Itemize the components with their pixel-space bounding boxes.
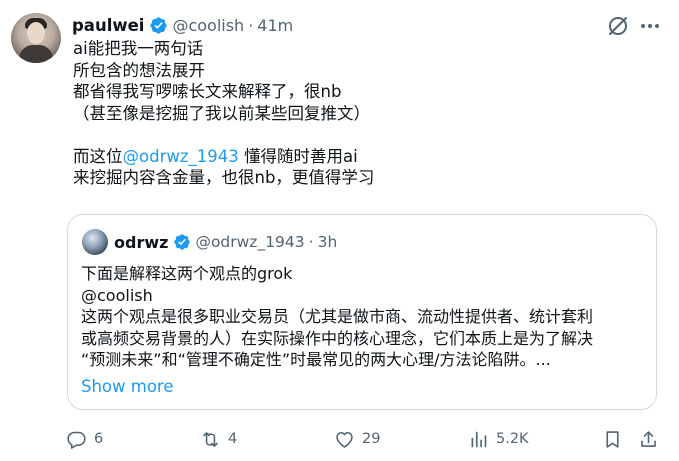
mention-link[interactable]: @odrwz_1943 [123,147,239,166]
repost-button[interactable]: 4 [200,426,237,452]
views-icon [471,431,487,447]
quoted-line: @coolish [81,285,153,305]
like-button[interactable]: 29 [334,426,380,452]
tweet-timestamp[interactable]: 41m [257,16,293,35]
quoted-line: 这两个观点是很多职业交易员（尤其是做市商、流动性提供者、统计套利 [81,307,594,326]
action-bar: 6 4 29 5.2K [64,426,664,452]
tweet-line: 来挖掘内容含金量，也很nb，更值得学习 [73,168,375,187]
reply-icon [67,431,86,449]
author-handle[interactable]: @coolish [172,16,244,35]
bookmark-button[interactable] [602,426,623,452]
views-button[interactable]: 5.2K [468,426,529,452]
share-button[interactable] [638,426,659,452]
verified-badge-icon [174,234,191,250]
show-more-link[interactable]: Show more [81,377,174,396]
like-count: 29 [362,431,381,447]
reply-button[interactable]: 6 [66,426,103,452]
reply-count: 6 [94,431,104,447]
tweet-line: ai能把我一两句话 [73,39,204,58]
views-count: 5.2K [496,431,529,447]
quoted-header-separator: · [308,233,314,251]
tweet-line: 所包含的想法展开 [73,60,205,80]
author-name[interactable]: paulwei [72,16,144,35]
quoted-line: 或高频交易背景的人）在实际操作中的核心理念，它们本质上是为了解决 [81,328,594,348]
tweet-text: ai能把我一两句话 所包含的想法展开 都省得我写啰嗦长文来解释了，很nb （甚至… [73,38,653,189]
heart-icon [336,431,353,448]
grok-icon[interactable] [605,13,631,39]
repost-count: 4 [228,431,238,447]
header-separator: · [248,15,254,35]
quoted-line: “预测未来”和“管理不确定性”时最常见的两大心理/方法论陷阱。... [81,350,551,369]
share-icon [641,430,656,447]
quoted-author-avatar[interactable] [82,229,108,255]
avatar-face [27,22,45,44]
quoted-tweet-timestamp[interactable]: 3h [318,233,338,251]
verified-badge-icon [150,16,168,34]
tweet-line: 而这位@odrwz_1943 懂得随时善用ai [73,146,653,168]
quoted-author-name[interactable]: odrwz [114,233,168,252]
tweet-line-prefix: 而这位 [73,146,123,166]
quoted-author-handle[interactable]: @odrwz_1943 [195,233,304,251]
more-options-icon[interactable] [637,13,663,39]
tweet-header: paulwei @coolish · 41m [72,13,293,37]
quoted-tweet-header: odrwz @odrwz_1943 · 3h [114,231,337,253]
quoted-tweet-text: 下面是解释这两个观点的grok @coolish 这两个观点是很多职业交易员（尤… [81,263,646,371]
bookmark-icon [606,430,619,448]
repost-icon [203,431,218,447]
tweet-line: （甚至像是挖掘了我以前某些回复推文） [73,103,370,123]
quoted-line: 下面是解释这两个观点的grok [81,264,293,283]
author-avatar[interactable] [11,13,61,63]
tweet-line-suffix: 懂得随时善用ai [238,146,358,166]
quoted-tweet[interactable]: odrwz @odrwz_1943 · 3h 下面是解释这两个观点的grok @… [67,214,657,410]
tweet-line: 都省得我写啰嗦长文来解释了，很nb [73,82,342,101]
avatar-shirt [19,45,53,63]
